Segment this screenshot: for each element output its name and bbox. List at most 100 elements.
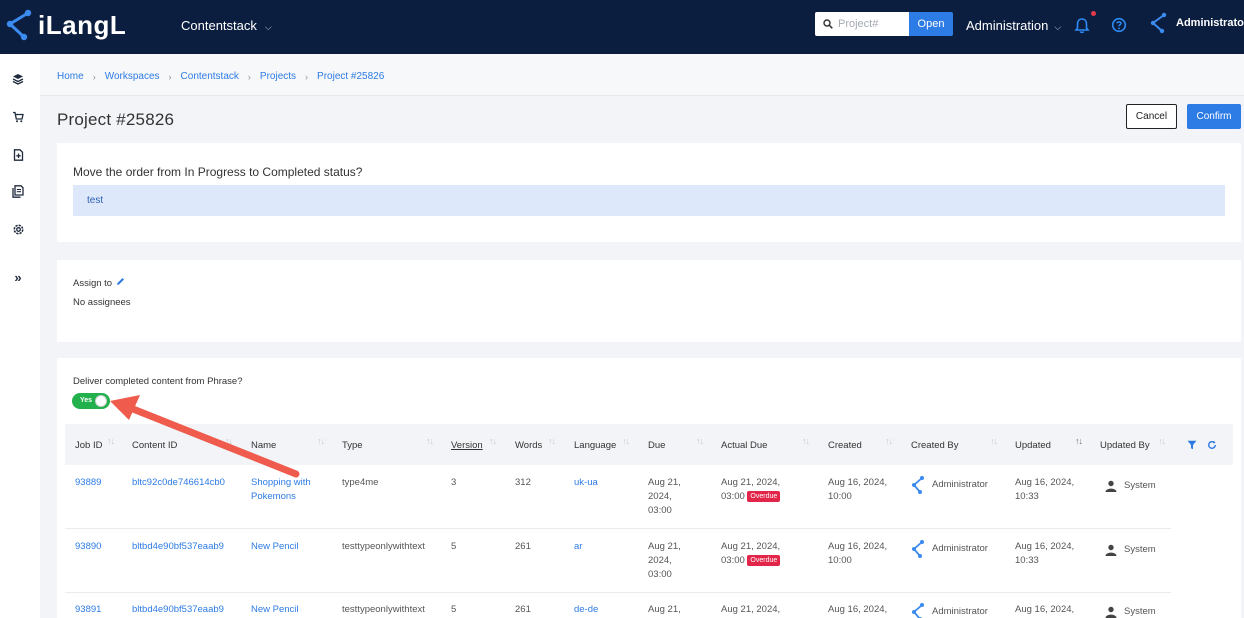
help-icon[interactable] <box>1111 17 1127 38</box>
job-id-link[interactable]: 93889 <box>75 476 101 490</box>
notification-badge <box>1091 11 1096 16</box>
project-search-input[interactable] <box>838 18 898 30</box>
chevron-down-icon: ⌵ <box>264 22 272 32</box>
col-actual-due[interactable]: Actual Due <box>721 440 767 451</box>
toggle-knob <box>95 395 107 407</box>
documents-icon[interactable] <box>11 184 25 198</box>
assign-label-text: Assign to <box>73 277 113 289</box>
col-due[interactable]: Due <box>648 440 665 451</box>
language-link[interactable]: de-de <box>574 603 598 617</box>
table-row: 93889 bltc92c0de746614cb0 Shopping with … <box>65 465 1171 529</box>
cancel-button[interactable]: Cancel <box>1126 104 1177 129</box>
open-project-button[interactable]: Open <box>909 12 953 36</box>
add-document-icon[interactable] <box>11 148 25 162</box>
created-by-name: Administrator <box>932 606 988 617</box>
user-name: Administrator <box>1176 17 1244 29</box>
sort-icon[interactable]: ↑↓ <box>489 436 497 446</box>
col-name[interactable]: Name <box>251 440 276 451</box>
col-updated-by[interactable]: Updated By <box>1100 440 1150 451</box>
person-icon <box>1105 544 1117 556</box>
chevron-down-icon: ⌵ <box>1054 22 1062 32</box>
created-by-cell: Administrator <box>911 539 988 559</box>
notifications-bell-icon[interactable] <box>1074 17 1090 39</box>
col-words[interactable]: Words <box>515 440 542 451</box>
gear-icon[interactable] <box>11 222 25 236</box>
words-cell: 261 <box>515 604 531 615</box>
content-id-link[interactable]: bltbd4e90bf537eaab9 <box>132 540 224 554</box>
sort-desc-icon[interactable]: ↑↓ <box>1075 436 1083 446</box>
deliver-question: Deliver completed content from Phrase? <box>73 376 243 387</box>
updated-cell: Aug 16, 2024, 10:33 <box>1015 541 1075 566</box>
job-id-link[interactable]: 93891 <box>75 603 101 617</box>
name-link[interactable]: New Pencil <box>251 540 321 554</box>
language-link[interactable]: ar <box>574 540 582 554</box>
col-content-id[interactable]: Content ID <box>132 440 177 451</box>
sort-icon[interactable]: ↑↓ <box>548 436 556 446</box>
words-cell: 261 <box>515 541 531 552</box>
user-menu[interactable]: Administrator <box>1150 12 1244 34</box>
updated-cell: Aug 16, 2024, <box>1015 604 1075 615</box>
administration-menu[interactable]: Administration ⌵ <box>966 18 1061 33</box>
table-row: 93890 bltbd4e90bf537eaab9 New Pencil tes… <box>65 529 1171 593</box>
created-by-name: Administrator <box>932 543 988 554</box>
chevron-right-icon: › <box>168 71 172 82</box>
cart-icon[interactable] <box>11 110 25 124</box>
col-created[interactable]: Created <box>828 440 862 451</box>
col-job-id[interactable]: Job ID <box>75 440 102 451</box>
breadcrumb-workspaces[interactable]: Workspaces <box>105 71 160 82</box>
sort-icon[interactable]: ↑↓ <box>107 436 115 446</box>
created-cell: Aug 16, 2024, <box>828 604 888 615</box>
sort-icon[interactable]: ↑↓ <box>225 436 233 446</box>
sort-icon[interactable]: ↑↓ <box>885 436 893 446</box>
due-cell: Aug 21, 2024, 03:00 <box>648 541 681 580</box>
breadcrumb-contentstack[interactable]: Contentstack <box>181 71 239 82</box>
breadcrumb-projects[interactable]: Projects <box>260 71 296 82</box>
refresh-icon[interactable] <box>1207 437 1217 455</box>
col-version[interactable]: Version <box>451 440 483 451</box>
breadcrumb-project[interactable]: Project #25826 <box>317 71 384 82</box>
confirm-button[interactable]: Confirm <box>1187 104 1241 129</box>
chevron-right-icon: › <box>92 71 96 82</box>
workspace-switcher[interactable]: Contentstack ⌵ <box>181 18 272 33</box>
assign-card: Assign to No assignees <box>57 260 1241 342</box>
breadcrumb-home[interactable]: Home <box>57 71 84 82</box>
col-updated[interactable]: Updated <box>1015 440 1051 451</box>
sort-icon[interactable]: ↑↓ <box>1158 436 1166 446</box>
type-cell: type4me <box>342 477 379 488</box>
col-created-by[interactable]: Created By <box>911 440 959 451</box>
expand-sidebar-icon[interactable]: » <box>11 270 25 285</box>
language-link[interactable]: uk-ua <box>574 476 598 490</box>
chevron-right-icon: › <box>247 71 251 82</box>
filter-icon[interactable] <box>1187 437 1197 455</box>
name-link[interactable]: New Pencil <box>251 603 299 617</box>
col-type[interactable]: Type <box>342 440 363 451</box>
chevron-right-icon: › <box>305 71 309 82</box>
updated-by-name: System <box>1124 606 1156 617</box>
col-language[interactable]: Language <box>574 440 616 451</box>
edit-pencil-icon[interactable] <box>116 277 125 289</box>
sort-icon[interactable]: ↑↓ <box>990 436 998 446</box>
deliver-toggle[interactable]: Yes <box>72 393 110 409</box>
sort-icon[interactable]: ↑↓ <box>622 436 630 446</box>
sort-icon[interactable]: ↑↓ <box>426 436 434 446</box>
top-navigation-bar: iLangL Contentstack ⌵ Open Administration… <box>0 0 1244 54</box>
actual-due-cell: Aug 21, 2024, 03:00 Overdue <box>721 540 791 568</box>
app-logo[interactable]: iLangL <box>4 8 126 42</box>
sort-icon[interactable]: ↑↓ <box>317 436 325 446</box>
project-search <box>815 12 909 36</box>
version-cell: 3 <box>451 477 457 488</box>
user-avatar-icon <box>912 603 924 618</box>
content-id-link[interactable]: bltc92c0de746614cb0 <box>132 476 225 490</box>
layers-icon[interactable] <box>11 72 25 86</box>
sort-icon[interactable]: ↑↓ <box>802 436 810 446</box>
actual-due-cell: Aug 21, 2024, 03:00 Overdue <box>721 476 791 504</box>
type-cell: testtypeonlywithtext <box>342 604 425 615</box>
person-icon <box>1105 480 1117 492</box>
job-id-link[interactable]: 93890 <box>75 540 101 554</box>
person-icon <box>1105 606 1117 618</box>
sort-icon[interactable]: ↑↓ <box>696 436 704 446</box>
user-avatar-icon <box>1150 12 1167 34</box>
name-link[interactable]: Shopping with Pokemons <box>251 476 321 504</box>
content-id-link[interactable]: bltbd4e90bf537eaab9 <box>132 603 224 617</box>
logo-text: iLangL <box>38 9 127 40</box>
